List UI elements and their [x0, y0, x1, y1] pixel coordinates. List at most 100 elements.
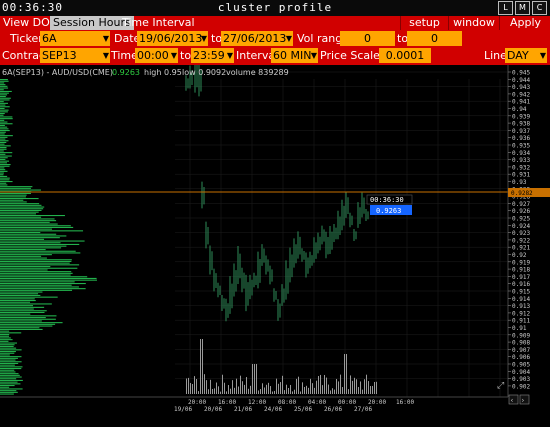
x-tick-label-date: 27/06 — [354, 406, 372, 413]
ticker-select[interactable]: 6A ▼ — [40, 31, 110, 46]
profile-bar — [0, 301, 31, 303]
profile-bar — [0, 90, 12, 92]
svg-text:⤢: ⤢ — [496, 381, 504, 391]
volume-bar — [346, 354, 347, 394]
volume-bar — [224, 382, 225, 394]
profile-bar — [0, 135, 13, 137]
profile-bar — [0, 192, 31, 194]
profile-bar — [0, 374, 20, 376]
volume-bar — [274, 390, 275, 394]
volume-bar — [190, 382, 191, 394]
time-to-select[interactable]: 23:59 ▼ — [191, 48, 234, 63]
profile-bar — [0, 364, 15, 366]
x-tick-label-time: 16:00 — [218, 399, 236, 406]
tab-time-interval[interactable]: Time Interval — [119, 16, 198, 30]
y-tick-label: 0.923 — [512, 230, 530, 237]
chevron-left-icon: ‹ — [511, 397, 514, 405]
profile-bar — [0, 357, 18, 359]
volume-bar — [328, 384, 329, 394]
profile-bar — [0, 328, 43, 330]
line-select[interactable]: DAY ▼ — [505, 48, 547, 63]
setup-button[interactable]: setup — [400, 16, 448, 30]
volume-bar — [372, 385, 373, 394]
profile-bar — [0, 164, 11, 166]
profile-bar — [0, 379, 23, 381]
profile-bar — [0, 269, 48, 271]
interval-select[interactable]: 60 MIN ▼ — [271, 48, 318, 63]
volume-bar — [192, 384, 193, 394]
time-from-select[interactable]: 00:00 ▼ — [135, 48, 178, 63]
profile-bar — [0, 167, 5, 169]
profile-bar — [0, 371, 16, 373]
profile-bar — [0, 291, 43, 293]
price-scale-input[interactable]: 0.0001 — [379, 48, 431, 63]
apply-button[interactable]: Apply — [499, 16, 550, 30]
y-tick-label: 0.912 — [512, 310, 530, 317]
profile-bar — [0, 276, 88, 278]
vol-from-input[interactable]: 0 — [340, 31, 395, 46]
profile-bar — [0, 233, 57, 235]
volume-bar — [370, 385, 371, 394]
volume-bar — [376, 381, 377, 394]
time-axis-labels: 20:00 16:00 12:00 08:00 04:00 00:00 20:00 16:00… — [174, 399, 414, 413]
volume-bar — [364, 379, 365, 394]
volume-bar — [208, 389, 209, 394]
chevron-down-icon: ▼ — [226, 51, 233, 60]
y-tick-label: 0.931 — [512, 172, 530, 179]
profile-bar — [0, 318, 56, 320]
volume-bar — [250, 385, 251, 394]
price-chart[interactable]: 6A(SEP13) - AUD/USD(CME) 0.9263 high 0.9… — [0, 65, 550, 427]
ticker-value: 6A — [42, 32, 57, 45]
volume-bar — [352, 380, 353, 394]
volume-bar — [338, 381, 339, 394]
y-tick-label: 0.944 — [512, 77, 530, 84]
volume-bar — [202, 339, 203, 394]
profile-bar — [0, 281, 75, 283]
profile-bar — [0, 262, 70, 264]
volume-profile — [0, 79, 97, 395]
profile-bar — [0, 347, 17, 349]
window-button[interactable]: window — [448, 16, 499, 30]
date-to-value: 27/06/2013 — [223, 32, 287, 45]
profile-bar — [0, 133, 5, 135]
y-tick-label: 0.938 — [512, 121, 530, 128]
profile-bar — [0, 182, 7, 184]
close-button[interactable]: C — [532, 1, 547, 15]
profile-bar — [0, 119, 5, 121]
y-tick-label: 0.943 — [512, 84, 530, 91]
volume-bar — [344, 354, 345, 394]
y-tick-label: 0.909 — [512, 332, 530, 339]
profile-bar — [0, 153, 6, 155]
y-tick-label: 0.936 — [512, 135, 530, 142]
price-tag-label: 0.9263 — [376, 207, 401, 215]
expand-icon[interactable]: ⤢ — [496, 381, 504, 391]
minimize-button[interactable]: M — [515, 1, 530, 15]
profile-bar — [0, 186, 33, 188]
volume-bar — [262, 383, 263, 394]
volume-bar — [256, 364, 257, 394]
volume-bar — [242, 381, 243, 394]
x-tick-label-time: 16:00 — [396, 399, 414, 406]
date-to-select[interactable]: 27/06/2013 ▼ — [221, 31, 293, 46]
volume-bar — [282, 375, 283, 394]
price-bars — [185, 65, 369, 322]
l-button[interactable]: L — [498, 1, 513, 15]
profile-bar — [0, 237, 60, 239]
volume-bar — [298, 376, 299, 394]
volume-bar — [356, 379, 357, 394]
vol-to-input[interactable]: 0 — [407, 31, 462, 46]
profile-bar — [0, 232, 41, 234]
profile-bar — [0, 79, 8, 81]
contract-select[interactable]: SEP13 ▼ — [40, 48, 110, 63]
profile-bar — [0, 352, 15, 354]
profile-bar — [0, 335, 10, 337]
menu-bar: View DOM Session Hours Time Interval set… — [0, 16, 550, 30]
date-from-select[interactable]: 19/06/2013 ▼ — [137, 31, 208, 46]
profile-bar — [0, 107, 5, 109]
profile-bar — [0, 388, 23, 390]
profile-bar — [0, 102, 8, 104]
profile-bar — [0, 141, 7, 143]
volume-bar — [302, 382, 303, 394]
profile-bar — [0, 97, 11, 99]
profile-bar — [0, 271, 72, 273]
